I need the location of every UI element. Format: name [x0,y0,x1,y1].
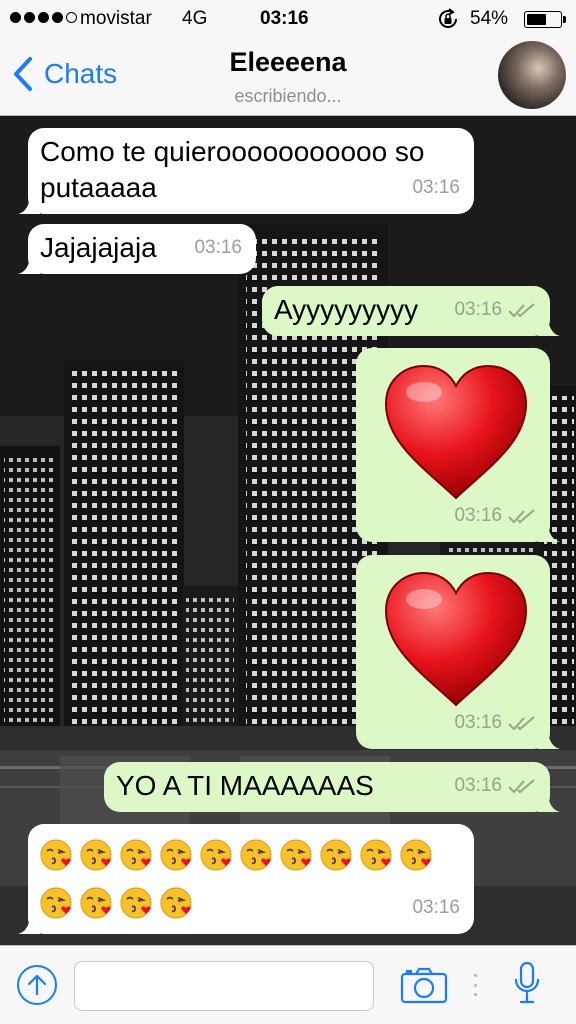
status-time: 03:16 [260,8,309,29]
double-check-icon [508,509,535,524]
kissing-face-icon [160,887,192,919]
message-text-line: Como te quierooooooooooo so [40,136,425,167]
message-text: Jajajajaja [40,232,157,263]
red-heart-icon [384,571,528,707]
message-meta: 03:16 [194,230,242,266]
back-button[interactable]: Chats [12,56,117,92]
message-bubble-outgoing[interactable]: Ayyyyyyyyy 03:16 [262,286,560,336]
network-type: 4G [182,8,208,29]
message-time: 03:16 [454,712,502,733]
double-check-icon [508,303,535,318]
message-time: 03:16 [412,897,460,918]
kissing-face-icon [40,839,72,871]
message-meta: 03:16 [454,498,536,534]
message-bubble-incoming[interactable]: 03:16 [18,824,474,934]
chevron-left-icon [14,57,32,91]
bubble-tail [18,914,40,934]
kissing-face-icon [120,839,152,871]
kissing-face-icon [80,887,112,919]
kissing-face-icon [360,839,392,871]
message-bubble-outgoing[interactable]: 03:16 [356,555,560,749]
kissing-face-icon [80,839,112,871]
signal-dots-icon [10,12,77,23]
bubble-tail [538,729,560,749]
message-meta: 03:16 [412,170,460,206]
message-bubble-outgoing[interactable]: YO A TI MAAAAAAS 03:16 [104,762,560,812]
message-bubble-incoming[interactable]: Como te quierooooooooooo so putaaaaa 03:… [18,128,474,214]
message-input[interactable] [74,961,374,1011]
kissing-face-icon [400,839,432,871]
avatar[interactable] [498,41,566,109]
message-meta: 03:16 [412,890,460,926]
message-meta: 03:16 [454,292,536,328]
battery-icon [524,11,562,28]
message-text: Ayyyyyyyyy [274,294,419,325]
message-text-line: putaaaaa [40,172,157,203]
bubble-tail [538,522,560,542]
message-time: 03:16 [454,299,502,320]
kissing-face-icon [280,839,312,871]
message-time: 03:16 [454,775,502,796]
message-text: YO A TI MAAAAAAS [116,770,374,801]
message-meta: 03:16 [454,768,536,804]
status-bar: movistar 4G 03:16 54% [0,0,576,38]
bubble-tail [538,792,560,812]
bubble-tail [538,316,560,336]
message-bubble-outgoing[interactable]: 03:16 [356,348,560,542]
message-bubble-incoming[interactable]: Jajajajaja 03:16 [18,224,256,274]
microphone-icon[interactable] [512,960,542,1008]
camera-icon[interactable] [400,966,448,1004]
battery-percent: 54% [470,8,509,29]
contact-info[interactable]: Eleeeena escribiendo... [188,47,388,107]
kissing-face-icon [320,839,352,871]
double-check-icon [508,716,535,731]
chat-area[interactable]: Como te quierooooooooooo so putaaaaa 03:… [0,116,576,945]
message-time: 03:16 [194,237,242,258]
bubble-tail [18,194,40,214]
kissing-face-icon [160,839,192,871]
message-meta: 03:16 [454,705,536,741]
upload-icon[interactable] [16,964,58,1006]
kissing-face-icon [120,887,152,919]
bubble-tail [18,254,40,274]
chat-header: Chats Eleeeena escribiendo... [0,38,576,116]
message-time: 03:16 [412,177,460,198]
battery-tip [563,16,566,23]
contact-status: escribiendo... [234,86,342,106]
message-input-bar [0,945,576,1024]
double-check-icon [508,779,535,794]
back-label: Chats [44,58,118,89]
separator-dots [474,974,478,996]
kissing-face-icon [40,887,72,919]
message-time: 03:16 [454,505,502,526]
kissing-face-icon [240,839,272,871]
red-heart-icon [384,364,528,500]
contact-name: Eleeeena [229,47,347,77]
kissing-face-icon [200,839,232,871]
carrier-name: movistar [80,8,152,29]
rotation-lock-icon [439,8,457,28]
